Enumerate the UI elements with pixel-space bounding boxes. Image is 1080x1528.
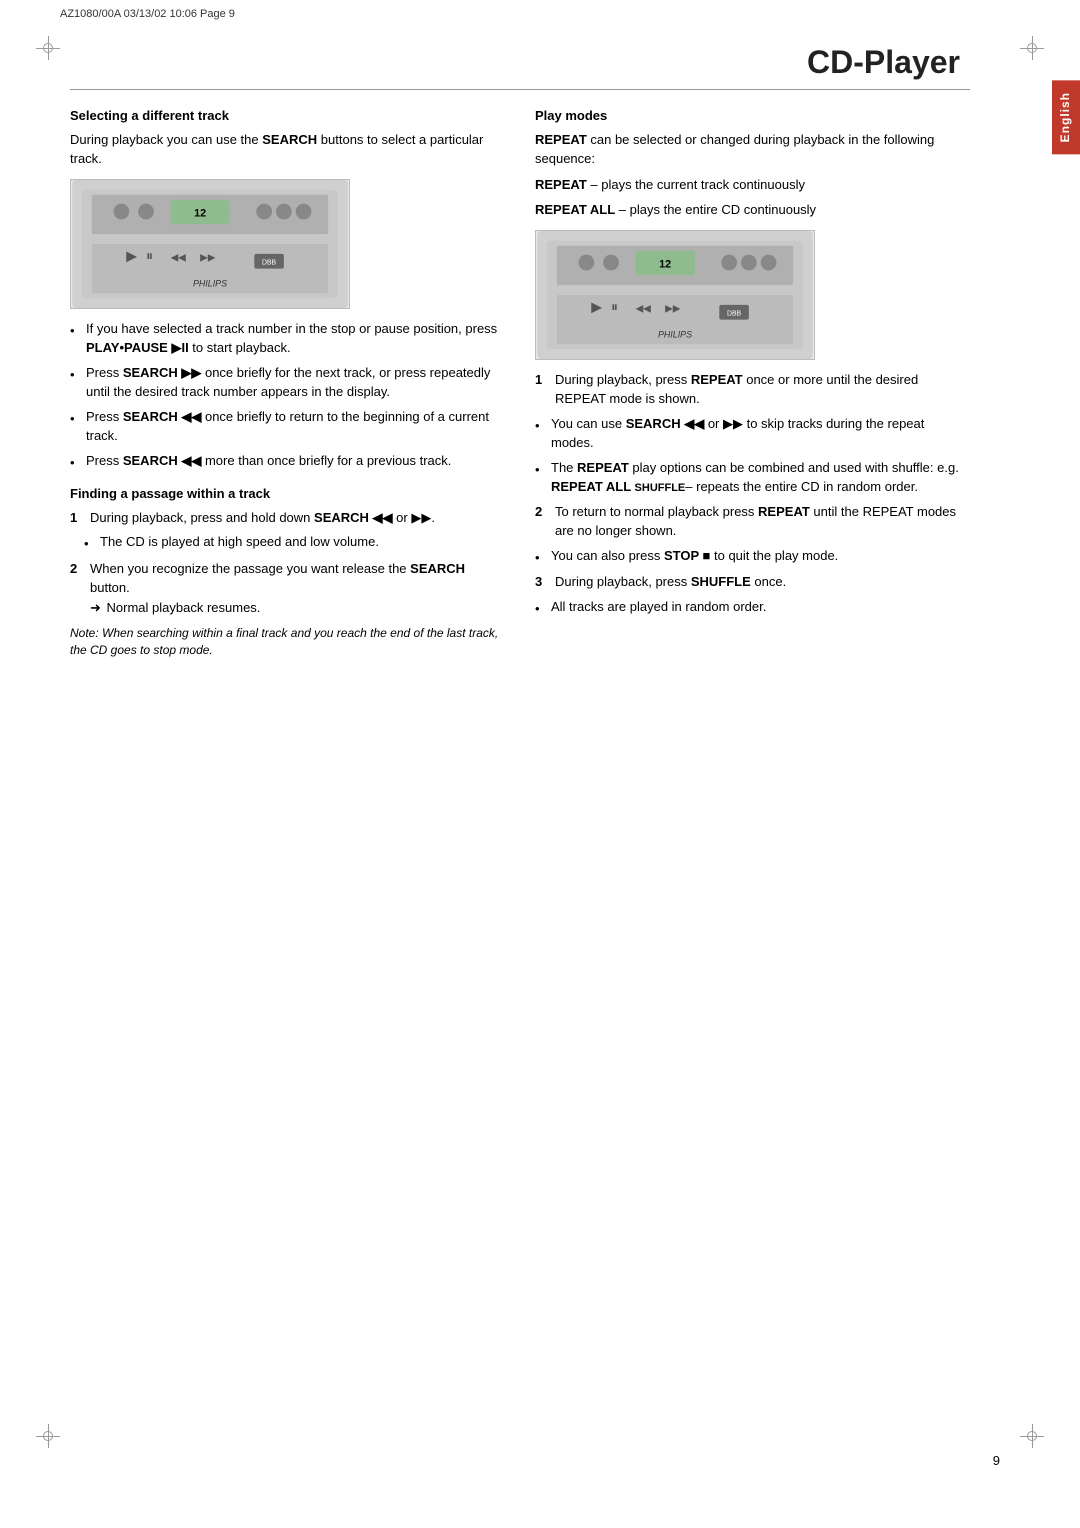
header-bar: AZ1080/00A 03/13/02 10:06 Page 9 xyxy=(0,0,1080,24)
bullet-high-speed: • The CD is played at high speed and low… xyxy=(84,532,505,554)
section-selecting-title: Selecting a different track xyxy=(70,106,505,126)
svg-text:⏸: ⏸ xyxy=(146,248,153,263)
svg-text:PHILIPS: PHILIPS xyxy=(658,329,692,339)
repeat-line: REPEAT – plays the current track continu… xyxy=(535,175,970,195)
svg-text:▶▶: ▶▶ xyxy=(665,303,681,314)
section-finding-title: Finding a passage within a track xyxy=(70,484,505,504)
svg-text:DBB: DBB xyxy=(727,310,742,317)
svg-text:▶▶: ▶▶ xyxy=(200,252,216,263)
svg-text:▶: ▶ xyxy=(126,248,137,263)
step-repeat-1: 1 During playback, press REPEAT once or … xyxy=(535,370,970,409)
step-repeat-2: 2 To return to normal playback press REP… xyxy=(535,502,970,541)
bullet-repeat-shuffle: • The REPEAT play options can be combine… xyxy=(535,458,970,497)
svg-text:12: 12 xyxy=(659,258,671,270)
svg-text:◀◀: ◀◀ xyxy=(171,252,187,263)
cd-player-svg-right: 12 DBB PHILIPS ▶ ⏸ ◀◀ ▶▶ xyxy=(536,231,814,359)
repeat-intro: REPEAT can be selected or changed during… xyxy=(535,130,970,169)
bullet-random: • All tracks are played in random order. xyxy=(535,597,970,619)
bullet-search-skip: • You can use SEARCH ◀◀ or ▶▶ to skip tr… xyxy=(535,414,970,453)
section-selecting-intro: During playback you can use the SEARCH b… xyxy=(70,130,505,169)
svg-text:DBB: DBB xyxy=(262,259,277,266)
crosshair-bottom-right xyxy=(1020,1424,1044,1448)
content-area: CD-Player Selecting a different track Du… xyxy=(0,24,1080,705)
bullet-track-2: • Press SEARCH ▶▶ once briefly for the n… xyxy=(70,363,505,402)
step-finding-1: 1 During playback, press and hold down S… xyxy=(70,508,505,528)
section-play-modes-title: Play modes xyxy=(535,106,970,126)
bullet-track-1: • If you have selected a track number in… xyxy=(70,319,505,358)
crosshair-top-left xyxy=(36,36,60,60)
page-number: 9 xyxy=(993,1453,1000,1468)
two-column-layout: Selecting a different track During playb… xyxy=(70,106,970,665)
right-column: Play modes REPEAT can be selected or cha… xyxy=(535,106,970,665)
bullet-track-4: • Press SEARCH ◀◀ more than once briefly… xyxy=(70,451,505,473)
note-final-track: Note: When searching within a final trac… xyxy=(70,625,505,659)
svg-text:PHILIPS: PHILIPS xyxy=(193,278,227,288)
step-finding-2: 2 When you recognize the passage you wan… xyxy=(70,559,505,618)
svg-text:◀◀: ◀◀ xyxy=(636,303,652,314)
svg-text:12: 12 xyxy=(194,207,206,219)
svg-text:⏸: ⏸ xyxy=(611,299,618,314)
left-column: Selecting a different track During playb… xyxy=(70,106,505,665)
header-left: AZ1080/00A 03/13/02 10:06 Page 9 xyxy=(60,8,235,20)
bullet-stop: • You can also press STOP ■ to quit the … xyxy=(535,546,970,568)
crosshair-top-right xyxy=(1020,36,1044,60)
svg-text:▶: ▶ xyxy=(591,299,602,314)
cd-player-image-left: 12 DBB PHILIPS xyxy=(70,179,350,309)
page-title: CD-Player xyxy=(70,44,970,90)
cd-player-svg-left: 12 DBB PHILIPS xyxy=(71,180,349,308)
repeat-all-line: REPEAT ALL – plays the entire CD continu… xyxy=(535,200,970,220)
crosshair-bottom-left xyxy=(36,1424,60,1448)
language-tab: English xyxy=(1052,80,1080,154)
bullet-track-3: • Press SEARCH ◀◀ once briefly to return… xyxy=(70,407,505,446)
step-shuffle: 3 During playback, press SHUFFLE once. xyxy=(535,572,970,592)
page-container: AZ1080/00A 03/13/02 10:06 Page 9 English… xyxy=(0,0,1080,1528)
cd-player-image-right: 12 DBB PHILIPS ▶ ⏸ ◀◀ ▶▶ xyxy=(535,230,815,360)
